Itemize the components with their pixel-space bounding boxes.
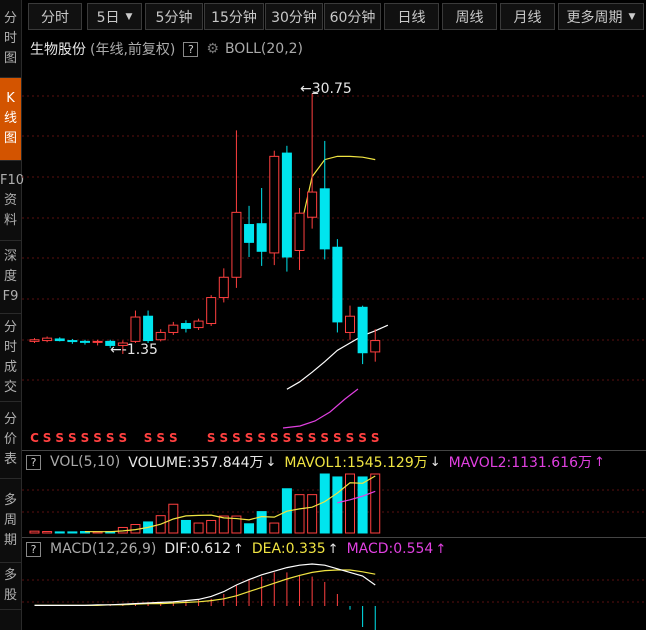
candle-body xyxy=(67,340,78,343)
signal-marker: S xyxy=(156,431,165,445)
candle-body xyxy=(269,155,280,254)
low-price-value: -1.35 xyxy=(121,342,158,358)
candle-body xyxy=(79,340,90,343)
candle-body xyxy=(307,191,318,218)
vol-indicator-name[interactable]: VOL(5,10) xyxy=(50,454,120,470)
candle-body xyxy=(370,340,381,353)
signal-marker: S xyxy=(68,431,77,445)
candle-body xyxy=(294,212,305,251)
volume-bar xyxy=(370,473,381,534)
signal-marker: S xyxy=(371,431,380,445)
candle-body xyxy=(357,306,368,354)
candle-body xyxy=(193,320,204,329)
candle-body xyxy=(332,246,343,323)
candle-body xyxy=(180,323,191,329)
volume-bar xyxy=(42,531,53,534)
volume-value: VOLUME:357.844万 xyxy=(128,455,264,471)
volume-bar xyxy=(67,531,78,534)
candle-body xyxy=(231,211,242,278)
candle-body xyxy=(54,338,65,342)
mavol2-value: MAVOL2:1131.616万 xyxy=(448,455,592,471)
signal-marker: S xyxy=(346,431,355,445)
macd-value: MACD:0.554 xyxy=(346,541,434,557)
candle-body xyxy=(168,324,179,333)
signal-marker: S xyxy=(245,431,254,445)
candle-body xyxy=(281,152,292,258)
signal-trend-line xyxy=(282,388,359,429)
volume-bar xyxy=(180,519,191,534)
signal-marker: S xyxy=(81,431,90,445)
candle-body xyxy=(244,224,255,243)
volume-bar xyxy=(206,519,217,534)
arrow-up-icon: ↑ xyxy=(327,541,339,557)
macd-legend: ? MACD(12,26,9) DIF:0.612 ↑ DEA:0.335 ↑ MA… xyxy=(22,538,454,560)
volume-bar xyxy=(193,522,204,534)
macd-indicator-name[interactable]: MACD(12,26,9) xyxy=(50,541,156,557)
signal-marker: S xyxy=(320,431,329,445)
signal-marker: S xyxy=(295,431,304,445)
candle-body xyxy=(155,331,166,341)
candle-body xyxy=(345,315,355,333)
volume-bar xyxy=(256,511,267,534)
signal-marker: S xyxy=(270,431,279,445)
vol-legend: ? VOL(5,10) VOLUME:357.844万 ↓ MAVOL1:1545… xyxy=(22,451,613,473)
candle-body xyxy=(130,316,141,342)
candle-body xyxy=(42,337,53,342)
arrow-down-icon: ↓ xyxy=(265,454,277,470)
candle-body xyxy=(92,340,103,343)
volume-bar xyxy=(332,476,343,534)
volume-bar xyxy=(244,523,255,534)
signal-marker: S xyxy=(283,431,292,445)
candle-body xyxy=(319,188,330,250)
signal-marker: S xyxy=(106,431,115,445)
signal-marker: S xyxy=(144,431,153,445)
arrow-down-icon: ↓ xyxy=(429,454,441,470)
dea-line xyxy=(34,569,376,607)
signal-marker: S xyxy=(207,431,216,445)
help-icon[interactable]: ? xyxy=(26,541,41,557)
high-price-value: 30.75 xyxy=(311,81,352,97)
signal-marker: S xyxy=(93,431,102,445)
dea-value: DEA:0.335 xyxy=(251,541,326,557)
mavol1-line xyxy=(84,475,376,533)
signal-marker: C xyxy=(30,431,39,445)
candle-body xyxy=(206,297,217,325)
mavol2-line xyxy=(337,490,376,504)
signal-marker: S xyxy=(358,431,367,445)
help-icon[interactable]: ? xyxy=(26,454,41,470)
volume-bar xyxy=(54,531,65,534)
candle-body xyxy=(256,223,267,252)
dif-value: DIF:0.612 xyxy=(164,541,231,557)
arrow-up-icon: ↑ xyxy=(435,541,447,557)
high-price-annotation: ←30.75 xyxy=(300,81,352,97)
mavol1-value: MAVOL1:1545.129万 xyxy=(284,455,428,471)
signal-marker: S xyxy=(219,431,228,445)
arrow-up-icon: ↑ xyxy=(594,454,605,470)
volume-bar xyxy=(29,530,40,534)
candle-body xyxy=(143,315,154,342)
signal-marker: S xyxy=(257,431,266,445)
signal-marker: S xyxy=(308,431,317,445)
signal-marker: S xyxy=(55,431,64,445)
low-price-annotation: ←-1.35 xyxy=(110,342,158,358)
arrow-up-icon: ↑ xyxy=(233,541,244,557)
signal-marker: S xyxy=(119,431,128,445)
signal-marker: S xyxy=(169,431,178,445)
volume-bar xyxy=(357,476,368,534)
volume-bar xyxy=(269,522,280,534)
signal-marker: S xyxy=(43,431,52,445)
signal-marker: S xyxy=(333,431,342,445)
signal-marker: S xyxy=(232,431,241,445)
volume-bar xyxy=(307,494,318,534)
candle-body xyxy=(218,276,229,299)
volume-bar xyxy=(294,494,305,534)
candle-body xyxy=(29,339,40,342)
